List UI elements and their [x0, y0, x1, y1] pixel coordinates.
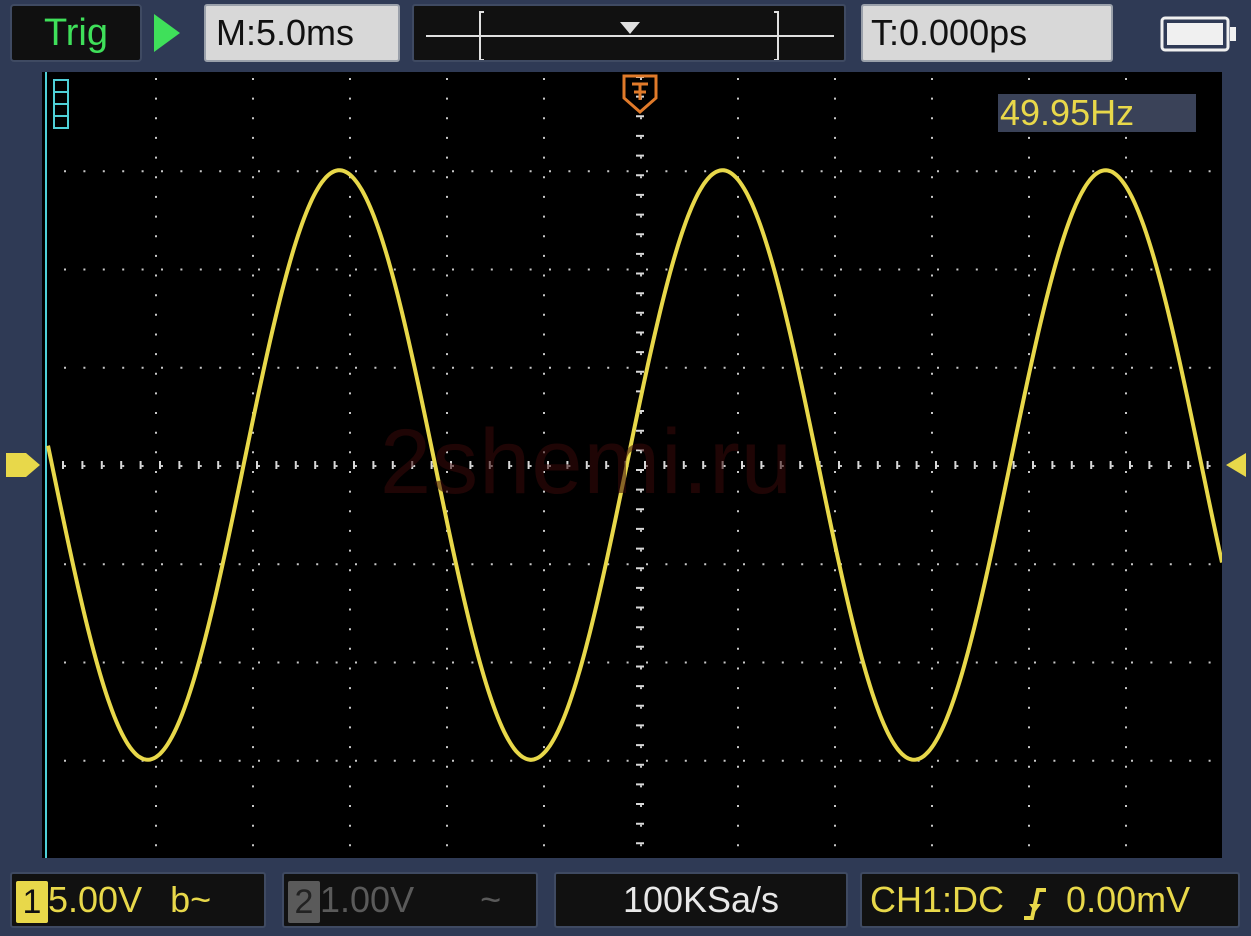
ch1-coupling: b~	[170, 879, 212, 920]
rising-edge-icon	[1022, 884, 1048, 921]
run-play-icon[interactable]	[152, 12, 182, 54]
trigger-time-label[interactable]: T:0.000ps	[861, 4, 1113, 62]
trigger-source: CH1:DC	[870, 879, 1005, 920]
watermark: 2shemi.ru	[380, 411, 793, 513]
ch2-scale: 1.00V	[320, 879, 415, 920]
timebase-label[interactable]: M:5.0ms	[204, 4, 400, 62]
ch2-coupling: ~	[480, 879, 502, 920]
trigger-settings[interactable]: CH1:DC 0.00mV	[860, 872, 1240, 928]
frequency-readout: 49.95Hz	[998, 94, 1196, 132]
ch2-settings[interactable]: 2 1.00V ~	[282, 872, 538, 928]
ch1-settings[interactable]: 1 5.00V b~	[10, 872, 266, 928]
ch1-number: 1	[16, 881, 48, 924]
trigger-level: 0.00mV	[1066, 879, 1191, 920]
ch1-scale: 5.00V	[48, 879, 143, 920]
sample-rate[interactable]: 100KSa/s	[554, 872, 848, 928]
ch1-ground-marker-icon[interactable]	[4, 450, 44, 480]
memory-position-bar[interactable]	[412, 4, 846, 62]
battery-icon	[1160, 16, 1240, 52]
trigger-position-glyph	[632, 82, 648, 100]
ch2-number: 2	[288, 881, 320, 924]
trig-status[interactable]: Trig	[10, 4, 142, 62]
trigger-level-marker-icon[interactable]	[1222, 450, 1248, 480]
cursor-marker-icon	[53, 79, 69, 129]
